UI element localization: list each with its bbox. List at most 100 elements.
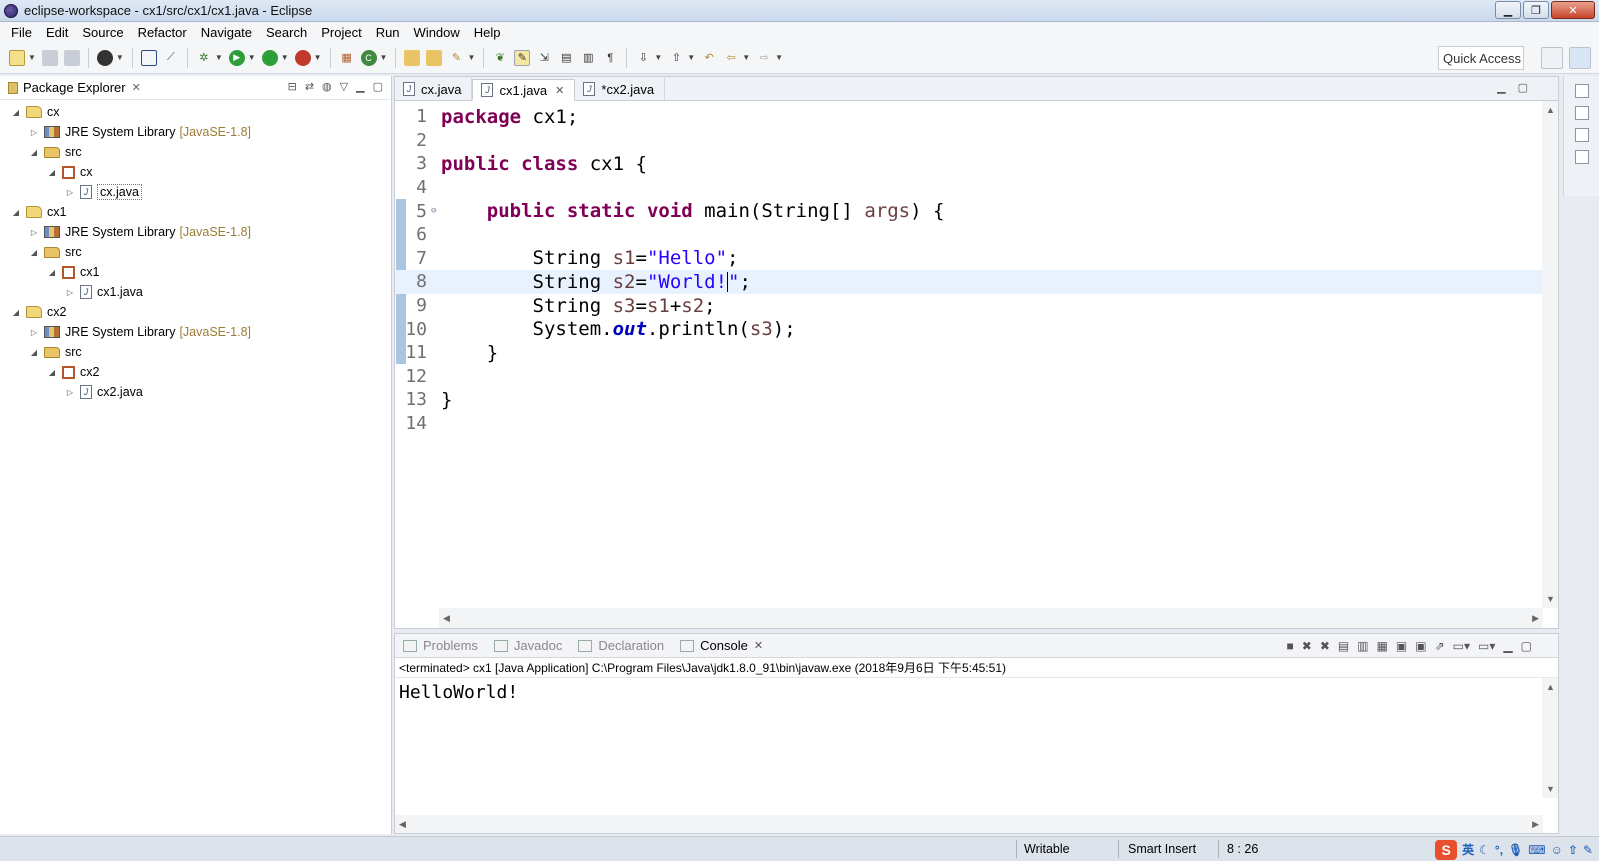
- code-line[interactable]: 7 String s1="Hello";: [395, 247, 1543, 271]
- tree-item[interactable]: ▷ JRE System Library [JavaSE-1.8]: [0, 322, 391, 342]
- external-tools-dropdown-icon[interactable]: ▼: [314, 53, 322, 62]
- ime-keyboard-icon[interactable]: ⌨: [1528, 843, 1545, 857]
- debug-icon[interactable]: ✲: [196, 50, 212, 66]
- scroll-right-icon[interactable]: ▶: [1532, 819, 1539, 830]
- tree-item[interactable]: ◢ src: [0, 342, 391, 362]
- editor-tab[interactable]: J *cx2.java: [575, 78, 666, 100]
- collapsed-arrow-icon[interactable]: ▷: [28, 228, 40, 237]
- minimize-button[interactable]: ▁: [1495, 1, 1521, 19]
- scroll-up-icon[interactable]: ▲: [1546, 682, 1555, 692]
- collapsed-arrow-icon[interactable]: ▷: [28, 128, 40, 137]
- next-annotation-dropdown-icon[interactable]: ▼: [654, 53, 662, 62]
- search-dropdown-icon[interactable]: ▼: [467, 53, 475, 62]
- save-icon[interactable]: [41, 49, 58, 66]
- word-wrap-icon[interactable]: ▥: [580, 50, 596, 66]
- ime-moon-icon[interactable]: ☾: [1479, 843, 1490, 857]
- restore-icon[interactable]: [1574, 84, 1589, 98]
- expanded-arrow-icon[interactable]: ◢: [10, 108, 22, 117]
- back-dropdown-icon[interactable]: ▼: [742, 53, 750, 62]
- pin-console-icon[interactable]: ⇗: [1435, 639, 1445, 653]
- restore-button[interactable]: ❐: [1523, 1, 1549, 19]
- editor-tab[interactable]: Jcx1.java ✕: [472, 79, 576, 101]
- tree-item[interactable]: ◢ src: [0, 142, 391, 162]
- back-icon[interactable]: ⇦: [723, 50, 739, 66]
- maximize-console-icon[interactable]: ▢: [1521, 639, 1532, 653]
- profile-icon[interactable]: [96, 49, 113, 66]
- remove-launch-icon[interactable]: ✖: [1302, 639, 1312, 653]
- expanded-arrow-icon[interactable]: ◢: [10, 308, 22, 317]
- tree-item[interactable]: ◢ cx1: [0, 202, 391, 222]
- console-vertical-scrollbar[interactable]: ▲ ▼: [1542, 678, 1558, 798]
- remove-all-launches-icon[interactable]: ✖: [1320, 639, 1330, 653]
- toggle-mark-occurrences-icon[interactable]: ❦: [492, 50, 508, 66]
- open-perspective-icon[interactable]: [1541, 47, 1563, 69]
- previous-annotation-icon[interactable]: ⇧: [668, 50, 684, 66]
- expanded-arrow-icon[interactable]: ◢: [28, 248, 40, 257]
- show-on-stdout-icon[interactable]: ▣: [1396, 639, 1407, 653]
- open-type-icon[interactable]: [404, 49, 421, 66]
- menu-window[interactable]: Window: [407, 25, 467, 40]
- show-whitespace-icon[interactable]: ▤: [558, 50, 574, 66]
- expanded-arrow-icon[interactable]: ◢: [28, 148, 40, 157]
- code-line[interactable]: 11 }: [395, 341, 1543, 365]
- menu-project[interactable]: Project: [314, 25, 368, 40]
- word-wrap-icon[interactable]: ▦: [1377, 639, 1388, 653]
- console-tab-javadoc[interactable]: Javadoc: [486, 638, 570, 653]
- console-tab-declaration[interactable]: Declaration: [570, 638, 672, 653]
- task-list-icon[interactable]: [1574, 150, 1589, 164]
- view-menu-icon[interactable]: ▽: [340, 80, 348, 93]
- pilcrow-icon[interactable]: ¶: [602, 50, 618, 66]
- forward-icon[interactable]: ⇨: [756, 50, 772, 66]
- tree-item[interactable]: ▷ JRE System Library [JavaSE-1.8]: [0, 222, 391, 242]
- editor-vertical-scrollbar[interactable]: ▲ ▼: [1542, 101, 1558, 608]
- collapsed-arrow-icon[interactable]: ▷: [28, 328, 40, 337]
- tree-item[interactable]: ◢ cx2: [0, 302, 391, 322]
- scroll-right-icon[interactable]: ▶: [1532, 613, 1539, 624]
- console-tab-console[interactable]: Console ✕: [672, 638, 771, 653]
- new-class-dropdown-icon[interactable]: ▼: [380, 53, 388, 62]
- minimize-editor-icon[interactable]: ▁: [1497, 81, 1505, 94]
- console-tab-problems[interactable]: Problems: [395, 638, 486, 653]
- menu-search[interactable]: Search: [259, 25, 314, 40]
- package-explorer-tab[interactable]: Package Explorer ✕: [0, 80, 149, 95]
- restore-icon[interactable]: [1574, 128, 1589, 142]
- maximize-view-icon[interactable]: ▢: [373, 80, 383, 93]
- collapsed-arrow-icon[interactable]: ▷: [64, 388, 76, 397]
- ime-skin-icon[interactable]: ⇧: [1568, 843, 1578, 857]
- close-window-button[interactable]: ✕: [1551, 1, 1595, 19]
- save-all-icon[interactable]: [63, 49, 80, 66]
- menu-help[interactable]: Help: [467, 25, 508, 40]
- new-java-package-icon[interactable]: ▦: [339, 50, 355, 66]
- code-line[interactable]: 3 public class cx1 {: [395, 152, 1543, 176]
- block-selection-icon[interactable]: ⇲: [536, 50, 552, 66]
- scroll-down-icon[interactable]: ▼: [1546, 594, 1555, 604]
- editor-horizontal-scrollbar[interactable]: ◀ ▶: [439, 608, 1543, 628]
- code-line[interactable]: 5 ⊖ public static void main(String[] args…: [395, 199, 1543, 223]
- scroll-down-icon[interactable]: ▼: [1546, 784, 1555, 794]
- tree-item[interactable]: ▷ Jcx2.java: [0, 382, 391, 402]
- menu-source[interactable]: Source: [75, 25, 130, 40]
- debug-dropdown-icon[interactable]: ▼: [215, 53, 223, 62]
- scroll-left-icon[interactable]: ◀: [399, 819, 406, 830]
- code-line[interactable]: 10 System.out.println(s3);: [395, 317, 1543, 341]
- expanded-arrow-icon[interactable]: ◢: [10, 208, 22, 217]
- code-line[interactable]: 8 String s2="World!";: [395, 270, 1543, 294]
- tree-item[interactable]: ▷ Jcx.java: [0, 182, 391, 202]
- java-perspective-icon[interactable]: [1569, 47, 1591, 69]
- expanded-arrow-icon[interactable]: ◢: [46, 268, 58, 277]
- tree-item[interactable]: ◢ cx2: [0, 362, 391, 382]
- ime-punctuation-icon[interactable]: °,: [1495, 843, 1503, 857]
- run-icon[interactable]: ▶: [228, 49, 245, 66]
- console-output[interactable]: HelloWorld!: [395, 678, 1558, 707]
- tree-item[interactable]: ◢ src: [0, 242, 391, 262]
- collapsed-arrow-icon[interactable]: ▷: [64, 188, 76, 197]
- open-task-icon[interactable]: [426, 49, 443, 66]
- collapse-all-icon[interactable]: ⊟: [288, 80, 297, 93]
- run-dropdown-icon[interactable]: ▼: [248, 53, 256, 62]
- last-edit-location-icon[interactable]: ↶: [701, 50, 717, 66]
- new-dropdown-icon[interactable]: ▼: [28, 53, 36, 62]
- skip-breakpoints-icon[interactable]: ⟋: [163, 50, 179, 66]
- new-icon[interactable]: [9, 49, 25, 66]
- focus-active-task-icon[interactable]: ◍: [322, 80, 332, 93]
- scroll-up-icon[interactable]: ▲: [1546, 105, 1555, 115]
